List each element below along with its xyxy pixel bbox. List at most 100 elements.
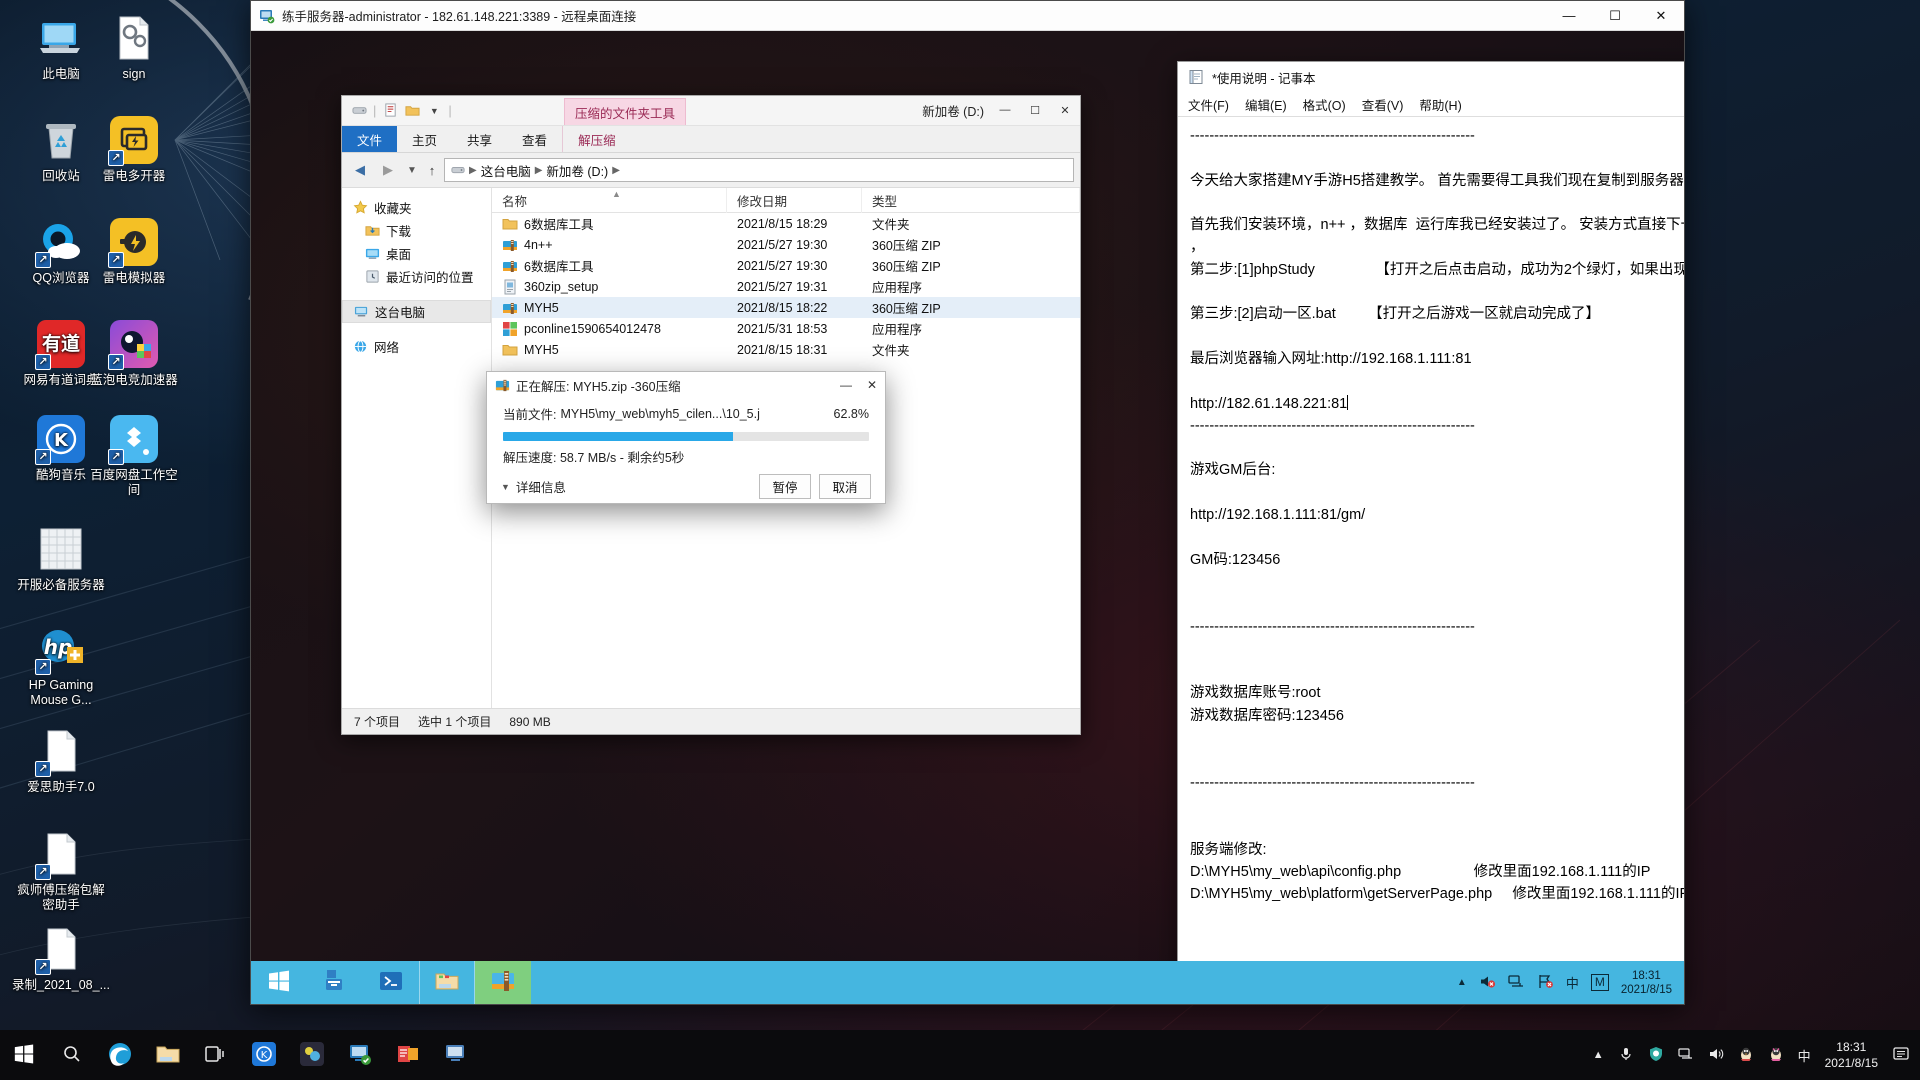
explorer-quick-access-toolbar[interactable]: | ▼ | 压缩的文件夹工具 新加卷 (D:) — ☐ ✕ — [342, 96, 1080, 126]
kugou-button[interactable]: K — [240, 1030, 288, 1080]
rdp-session-area[interactable]: | ▼ | 压缩的文件夹工具 新加卷 (D:) — ☐ ✕ 文件 主页 共享 查看 解压… — [251, 31, 1684, 1004]
address-bar[interactable]: ▶ 这台电脑 ▶ 新加卷 (D:) ▶ — [444, 158, 1074, 182]
rdp-maximize-button[interactable]: ☐ — [1592, 1, 1638, 31]
microphone-icon[interactable] — [1618, 1046, 1634, 1065]
server-manager-button[interactable] — [307, 961, 363, 1004]
start-button[interactable] — [251, 961, 307, 1004]
edge-button[interactable] — [96, 1030, 144, 1080]
drive-icon[interactable] — [348, 100, 370, 122]
extract-dialog-minimize-button[interactable]: — — [833, 372, 859, 398]
desktop-icon-5[interactable]: ↗ 雷电模拟器 — [85, 218, 183, 286]
forward-button[interactable]: ▶ — [376, 158, 400, 182]
ime-indicator[interactable]: 中 — [1798, 1046, 1811, 1065]
ribbon-tab-2[interactable]: 共享 — [452, 126, 507, 152]
host-system-tray[interactable]: ▲ 中 18:31 2021/8/15 — [1593, 1039, 1920, 1071]
file-list-header[interactable]: 名称 修改日期 类型 ▲ — [492, 187, 1080, 213]
nav-item-3[interactable]: 最近访问的位置 — [342, 265, 491, 288]
back-button[interactable]: ◀ — [348, 158, 372, 182]
rdp-window-controls[interactable]: — ☐ ✕ — [1546, 1, 1684, 31]
rdp-system-tray[interactable]: ▲ 中 M 18:31 2021/8/15 — [1457, 961, 1684, 1004]
powershell-button[interactable] — [363, 961, 419, 1004]
volume-muted-icon[interactable] — [1479, 973, 1496, 993]
notepad-menu-item-1[interactable]: 编辑(E) — [1245, 95, 1287, 114]
explorer-maximize-button[interactable]: ☐ — [1020, 96, 1050, 124]
desktop-icon-3[interactable]: ↗ 雷电多开器 — [85, 116, 183, 184]
explorer-window-controls[interactable]: — ☐ ✕ — [990, 96, 1080, 124]
table-row[interactable]: 4n++ 2021/5/27 19:30 360压缩 ZIP — [492, 234, 1080, 255]
flag-alert-icon[interactable] — [1537, 973, 1554, 993]
rdp-clock[interactable]: 18:31 2021/8/15 — [1621, 969, 1672, 997]
desktop-icon-14[interactable]: ↗ 录制_2021_08_... — [12, 925, 110, 993]
app-button[interactable] — [288, 1030, 336, 1080]
show-hidden-icons-button[interactable]: ▲ — [1457, 977, 1467, 988]
host-taskbar-items[interactable]: K — [0, 1030, 480, 1080]
ribbon-tab-3[interactable]: 查看 — [507, 126, 562, 152]
ribbon-tab-0[interactable]: 文件 — [342, 126, 398, 152]
network-icon[interactable] — [1677, 1046, 1694, 1065]
chevron-down-icon[interactable]: ▼ — [501, 482, 510, 492]
notepad-menu-item-3[interactable]: 查看(V) — [1362, 95, 1404, 114]
file-explorer-button[interactable] — [419, 961, 475, 1004]
breadcrumb-item-1[interactable]: 新加卷 (D:) — [546, 161, 608, 180]
start-button[interactable] — [0, 1030, 48, 1080]
nav-item-1[interactable]: 下载 — [342, 219, 491, 242]
host-clock[interactable]: 18:31 2021/8/15 — [1825, 1039, 1878, 1071]
notepad-menu-item-0[interactable]: 文件(F) — [1188, 95, 1229, 114]
office-button[interactable] — [384, 1030, 432, 1080]
ime-chinese-icon[interactable]: 中 — [1566, 973, 1579, 992]
extract-dialog-titlebar[interactable]: 正在解压: MYH5.zip -360压缩 — ✕ — [487, 372, 885, 398]
rdp-minimize-button[interactable]: — — [1546, 1, 1592, 31]
nav-item-4[interactable]: 这台电脑 — [342, 300, 491, 323]
ribbon-tab-1[interactable]: 主页 — [397, 126, 452, 152]
desktop-icon-1[interactable]: sign — [85, 14, 183, 82]
table-row[interactable]: 6数据库工具 2021/8/15 18:29 文件夹 — [492, 213, 1080, 234]
show-hidden-icons-button[interactable]: ▲ — [1593, 1049, 1604, 1061]
rdp-close-button[interactable]: ✕ — [1638, 1, 1684, 31]
recent-locations-chevron-icon[interactable]: ▼ — [404, 158, 420, 182]
nav-item-5[interactable]: 网络 — [342, 335, 491, 358]
breadcrumb-item-0[interactable]: 这台电脑 — [481, 161, 531, 180]
notepad-menubar[interactable]: 文件(F) 编辑(E) 格式(O) 查看(V) 帮助(H) — [1178, 92, 1684, 116]
antivirus-icon[interactable] — [1648, 1046, 1664, 1065]
notification-icon[interactable] — [1892, 1045, 1910, 1066]
zip-tool-button[interactable] — [475, 961, 531, 1004]
qq-penguin-icon[interactable] — [1738, 1046, 1754, 1065]
host-taskbar[interactable]: K ▲ 中 18:31 2021/8/15 — [0, 1030, 1920, 1080]
nav-item-0[interactable]: 收藏夹 — [342, 196, 491, 219]
qq-penguin2-icon[interactable] — [1768, 1046, 1784, 1065]
up-button[interactable]: ↑ — [424, 158, 440, 182]
notepad-menu-item-4[interactable]: 帮助(H) — [1419, 95, 1461, 114]
generic-button[interactable] — [432, 1030, 480, 1080]
explorer-close-button[interactable]: ✕ — [1050, 96, 1080, 124]
cancel-button[interactable]: 取消 — [819, 474, 871, 499]
rdp-taskbar[interactable]: ▲ 中 M 18:31 2021/8/15 — [251, 961, 1684, 1004]
explorer-navigation-pane[interactable]: 收藏夹 下载 桌面 最近访问的位置 这台电脑网络 — [342, 188, 492, 708]
desktop-icon-13[interactable]: ↗ 疯师傅压缩包解密助手 — [12, 830, 110, 913]
table-row[interactable]: pconline1590654012478 2021/5/31 18:53 应用程序 — [492, 318, 1080, 339]
properties-icon[interactable] — [379, 100, 401, 122]
explorer-minimize-button[interactable]: — — [990, 96, 1020, 124]
nav-item-2[interactable]: 桌面 — [342, 242, 491, 265]
desktop-icon-9[interactable]: ↗ 百度网盘工作空间 — [85, 415, 183, 498]
task-view-button[interactable] — [192, 1030, 240, 1080]
ribbon-tab-4[interactable]: 解压缩 — [562, 126, 631, 152]
column-header-name[interactable]: 名称 — [492, 187, 727, 213]
notepad-text-area[interactable]: ----------------------------------------… — [1178, 116, 1684, 979]
table-row[interactable]: MYH5 2021/8/15 18:31 文件夹 — [492, 339, 1080, 360]
pause-button[interactable]: 暂停 — [759, 474, 811, 499]
volume-icon[interactable] — [1708, 1046, 1724, 1065]
notepad-window[interactable]: *使用说明 - 记事本 — ☐ ✕ 文件(F) 编辑(E) 格式(O) 查看(V) 帮助… — [1177, 61, 1684, 1004]
desktop-icon-7[interactable]: ↗ 蓝泡电竞加速器 — [85, 320, 183, 388]
details-toggle-label[interactable]: 详细信息 — [516, 477, 566, 496]
remote-desktop-window[interactable]: 练手服务器-administrator - 182.61.148.221:338… — [250, 0, 1685, 1005]
notepad-titlebar[interactable]: *使用说明 - 记事本 — ☐ ✕ — [1178, 62, 1684, 92]
column-header-date[interactable]: 修改日期 — [727, 187, 862, 213]
table-row[interactable]: 6数据库工具 2021/5/27 19:30 360压缩 ZIP — [492, 255, 1080, 276]
file-explorer-button[interactable] — [144, 1030, 192, 1080]
remote-desktop-button[interactable] — [336, 1030, 384, 1080]
search-button[interactable] — [48, 1030, 96, 1080]
customize-chevron-icon[interactable]: ▼ — [423, 100, 445, 122]
table-row[interactable]: 360zip_setup 2021/5/27 19:31 应用程序 — [492, 276, 1080, 297]
rdp-titlebar[interactable]: 练手服务器-administrator - 182.61.148.221:338… — [251, 1, 1684, 31]
notepad-menu-item-2[interactable]: 格式(O) — [1303, 95, 1346, 114]
